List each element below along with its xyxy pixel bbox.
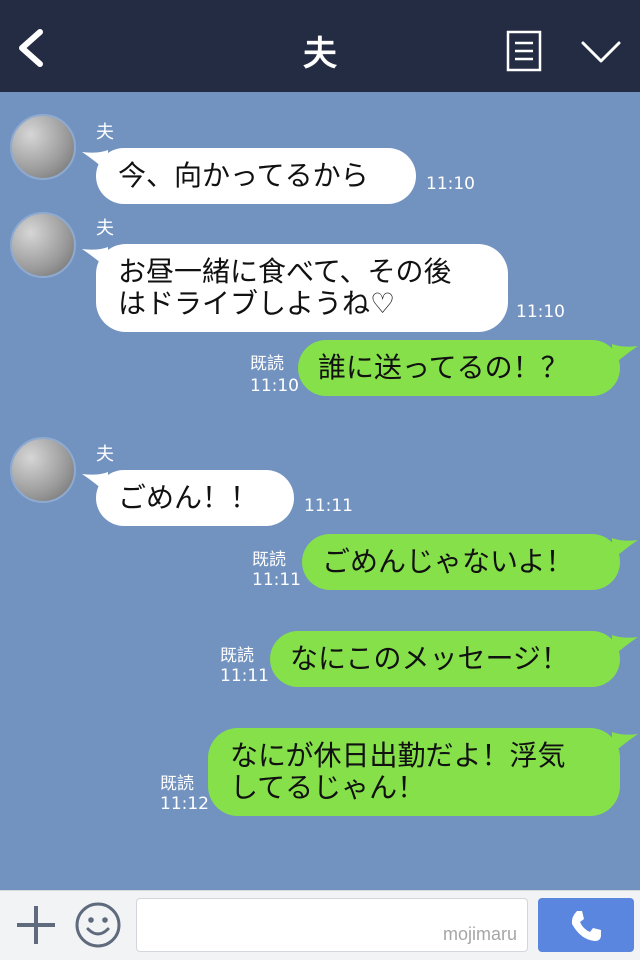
input-bar: mojimaru <box>0 890 640 960</box>
message-bubble[interactable]: ごめん！！ <box>96 470 294 526</box>
message-time: 11:12 <box>160 794 209 814</box>
read-receipt: 既読 <box>160 774 194 794</box>
bubble-tail <box>612 538 638 560</box>
message-bubble[interactable]: なにが休日出勤だよ！浮気 してるじゃん！ <box>208 728 620 816</box>
message-text-line: お昼一緒に食べて、その後 <box>118 255 452 288</box>
message-text-line: なにが休日出勤だよ！浮気 <box>230 739 566 772</box>
message-time: 11:11 <box>220 666 269 686</box>
avatar[interactable] <box>10 437 76 503</box>
menu-list-icon[interactable] <box>506 30 542 72</box>
sender-name: 夫 <box>96 444 114 465</box>
message-time: 11:10 <box>516 302 565 322</box>
message-bubble[interactable]: 今、向かってるから <box>96 148 416 204</box>
message-text: ごめんじゃないよ！ <box>322 545 574 578</box>
message-time: 11:10 <box>426 174 475 194</box>
message-text: 今、向かってるから <box>118 159 369 192</box>
message-text-line: してるじゃん！ <box>230 771 426 804</box>
chat-header: 夫 <box>0 0 640 92</box>
message-time: 11:11 <box>252 570 301 590</box>
read-receipt: 既読 <box>252 550 286 570</box>
message-text-line: はドライブしようね♡ <box>118 287 396 320</box>
message-bubble[interactable]: お昼一緒に食べて、その後 はドライブしようね♡ <box>96 244 508 332</box>
smile-icon[interactable] <box>74 901 122 949</box>
phone-icon <box>571 911 601 941</box>
message-time: 11:10 <box>250 376 299 396</box>
bubble-tail <box>612 635 638 657</box>
message-bubble[interactable]: なにこのメッセージ！ <box>270 631 620 687</box>
message-text: 誰に送ってるの！？ <box>318 351 569 384</box>
avatar[interactable] <box>10 114 76 180</box>
sender-name: 夫 <box>96 218 114 239</box>
bubble-tail <box>612 344 638 366</box>
read-receipt: 既読 <box>250 354 284 374</box>
message-time: 11:11 <box>304 496 353 516</box>
message-bubble[interactable]: 誰に送ってるの！？ <box>298 340 620 396</box>
message-text: ごめん！！ <box>118 481 259 514</box>
call-button[interactable] <box>538 898 634 952</box>
chat-title: 夫 <box>303 34 337 74</box>
plus-icon[interactable] <box>14 903 58 947</box>
chevron-down-icon[interactable] <box>580 38 622 66</box>
read-receipt: 既読 <box>220 646 254 666</box>
sender-name: 夫 <box>96 122 114 143</box>
message-bubble[interactable]: ごめんじゃないよ！ <box>302 534 620 590</box>
message-text: なにこのメッセージ！ <box>290 642 569 675</box>
bubble-tail <box>612 732 638 754</box>
message-list[interactable]: 夫 今、向かってるから 11:10 夫 お昼一緒に食べて、その後 はドライブしよ… <box>0 92 640 890</box>
watermark: mojimaru <box>442 924 517 944</box>
avatar[interactable] <box>10 212 76 278</box>
message-input[interactable]: mojimaru <box>136 898 528 952</box>
